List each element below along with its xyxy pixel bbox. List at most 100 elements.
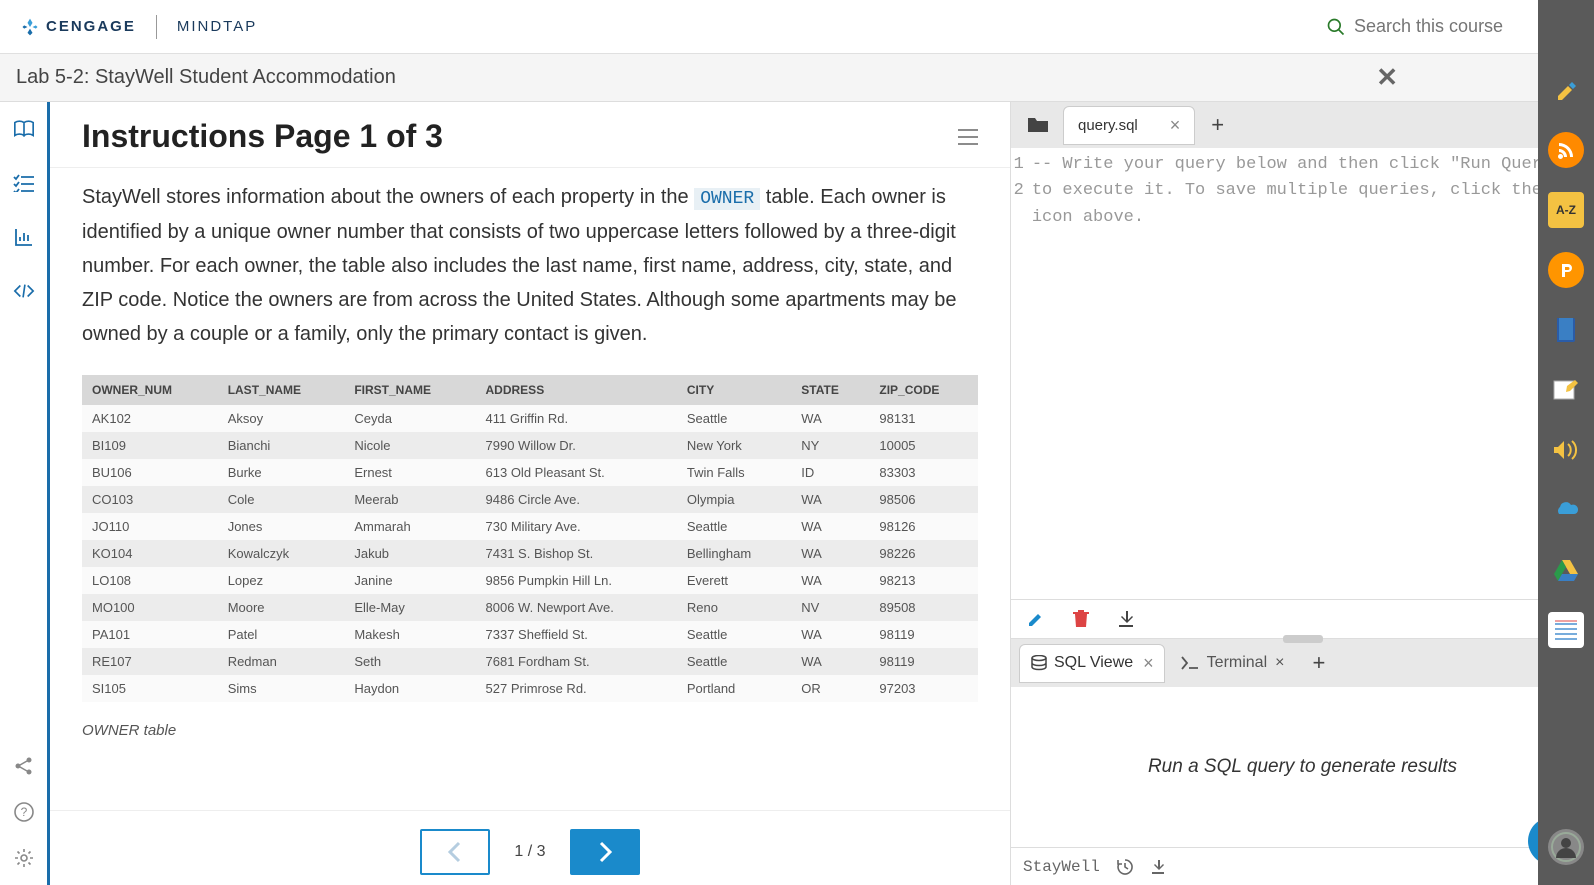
instructions-header: Instructions Page 1 of 3	[50, 102, 1010, 168]
table-cell: Sims	[218, 675, 345, 702]
highlighter-icon[interactable]	[1548, 72, 1584, 108]
cengage-text: CENGAGE	[46, 18, 136, 35]
gear-icon[interactable]	[13, 847, 35, 869]
download-icon[interactable]	[1117, 610, 1135, 628]
checklist-icon[interactable]	[13, 172, 35, 194]
table-cell: BU106	[82, 459, 218, 486]
table-cell: ID	[791, 459, 869, 486]
code-icon[interactable]	[13, 280, 35, 302]
table-cell: 98126	[869, 513, 978, 540]
line-gutter: 12	[1011, 148, 1032, 599]
table-cell: 98506	[869, 486, 978, 513]
edit-icon[interactable]	[1027, 610, 1045, 628]
table-cell: Patel	[218, 621, 345, 648]
table-cell: Nicole	[344, 432, 475, 459]
search-input[interactable]	[1354, 16, 1534, 37]
p-icon[interactable]	[1548, 252, 1584, 288]
new-bottom-tab-button[interactable]: +	[1300, 650, 1337, 676]
rss-icon[interactable]	[1548, 132, 1584, 168]
ide-toolbar	[1011, 599, 1594, 639]
table-header: FIRST_NAME	[344, 375, 475, 405]
table-header: OWNER_NUM	[82, 375, 218, 405]
code-editor[interactable]: 12 -- Write your query below and then cl…	[1011, 148, 1594, 599]
book-icon[interactable]	[13, 118, 35, 140]
db-name[interactable]: StayWell	[1023, 858, 1100, 876]
pager-prev-button[interactable]	[420, 829, 490, 875]
table-cell: Moore	[218, 594, 345, 621]
table-cell: 730 Military Ave.	[476, 513, 677, 540]
table-cell: 7431 S. Bishop St.	[476, 540, 677, 567]
close-terminal-tab-icon[interactable]: ×	[1275, 654, 1284, 672]
code-content[interactable]: -- Write your query below and then click…	[1032, 148, 1594, 599]
table-cell: MO100	[82, 594, 218, 621]
terminal-tab[interactable]: Terminal ×	[1171, 646, 1295, 680]
profile-icon[interactable]	[1548, 829, 1584, 865]
table-cell: Portland	[677, 675, 791, 702]
ebook-icon[interactable]	[1548, 312, 1584, 348]
pager-next-button[interactable]	[570, 829, 640, 875]
notepad-icon[interactable]	[1548, 612, 1584, 648]
chart-icon[interactable]	[13, 226, 35, 248]
search-group[interactable]	[1326, 16, 1534, 37]
folder-icon[interactable]	[1017, 116, 1059, 134]
table-row: BU106BurkeErnest613 Old Pleasant St.Twin…	[82, 459, 978, 486]
table-cell: Makesh	[344, 621, 475, 648]
help-circle-icon[interactable]: ?	[13, 801, 35, 823]
table-row: LO108LopezJanine9856 Pumpkin Hill Ln.Eve…	[82, 567, 978, 594]
trash-icon[interactable]	[1073, 610, 1089, 628]
table-cell: 7681 Fordham St.	[476, 648, 677, 675]
close-button[interactable]: ✕	[1376, 62, 1398, 93]
table-cell: Seattle	[677, 648, 791, 675]
table-cell: Seattle	[677, 513, 791, 540]
notes-icon[interactable]	[1548, 372, 1584, 408]
onedrive-icon[interactable]	[1548, 492, 1584, 528]
table-cell: KO104	[82, 540, 218, 567]
terminal-icon	[1181, 656, 1199, 670]
table-cell: WA	[791, 486, 869, 513]
table-cell: NV	[791, 594, 869, 621]
table-cell: Jones	[218, 513, 345, 540]
table-cell: Ceyda	[344, 405, 475, 432]
history-icon[interactable]	[1116, 858, 1134, 876]
cengage-logo: CENGAGE	[20, 17, 136, 37]
menu-icon[interactable]	[958, 129, 978, 145]
table-cell: WA	[791, 567, 869, 594]
right-rail: A-Z	[1538, 0, 1594, 885]
results-placeholder: Run a SQL query to generate results	[1148, 756, 1457, 778]
sql-viewer-tab[interactable]: SQL Viewe ×	[1019, 644, 1165, 683]
svg-text:?: ?	[20, 805, 27, 819]
table-cell: Janine	[344, 567, 475, 594]
table-header: STATE	[791, 375, 869, 405]
resize-handle[interactable]	[1283, 635, 1323, 643]
owner-code-token: OWNER	[694, 188, 760, 210]
instructions-panel: Instructions Page 1 of 3 StayWell stores…	[50, 102, 1010, 885]
brand-logo-group: CENGAGE MINDTAP	[20, 15, 257, 39]
download-footer-icon[interactable]	[1150, 859, 1166, 875]
table-row: KO104KowalczykJakub7431 S. Bishop St.Bel…	[82, 540, 978, 567]
table-cell: Bianchi	[218, 432, 345, 459]
table-cell: RE107	[82, 648, 218, 675]
table-cell: Ernest	[344, 459, 475, 486]
google-drive-icon[interactable]	[1548, 552, 1584, 588]
table-cell: Cole	[218, 486, 345, 513]
header-right: ?	[1326, 15, 1574, 39]
table-cell: 83303	[869, 459, 978, 486]
table-cell: Haydon	[344, 675, 475, 702]
table-header: LAST_NAME	[218, 375, 345, 405]
share-icon[interactable]	[13, 755, 35, 777]
new-tab-button[interactable]: +	[1199, 112, 1236, 138]
instructions-heading: Instructions Page 1 of 3	[82, 118, 443, 155]
file-tab-query[interactable]: query.sql ×	[1063, 106, 1195, 145]
close-sql-tab-icon[interactable]: ×	[1143, 653, 1154, 674]
top-header: CENGAGE MINDTAP ?	[0, 0, 1594, 54]
table-cell: 411 Griffin Rd.	[476, 405, 677, 432]
search-icon	[1326, 17, 1346, 37]
table-cell: WA	[791, 513, 869, 540]
table-cell: Seth	[344, 648, 475, 675]
glossary-icon[interactable]: A-Z	[1548, 192, 1584, 228]
close-tab-icon[interactable]: ×	[1170, 115, 1181, 136]
table-header: ADDRESS	[476, 375, 677, 405]
read-aloud-icon[interactable]	[1548, 432, 1584, 468]
table-row: AK102AksoyCeyda411 Griffin Rd.SeattleWA9…	[82, 405, 978, 432]
table-cell: 98131	[869, 405, 978, 432]
